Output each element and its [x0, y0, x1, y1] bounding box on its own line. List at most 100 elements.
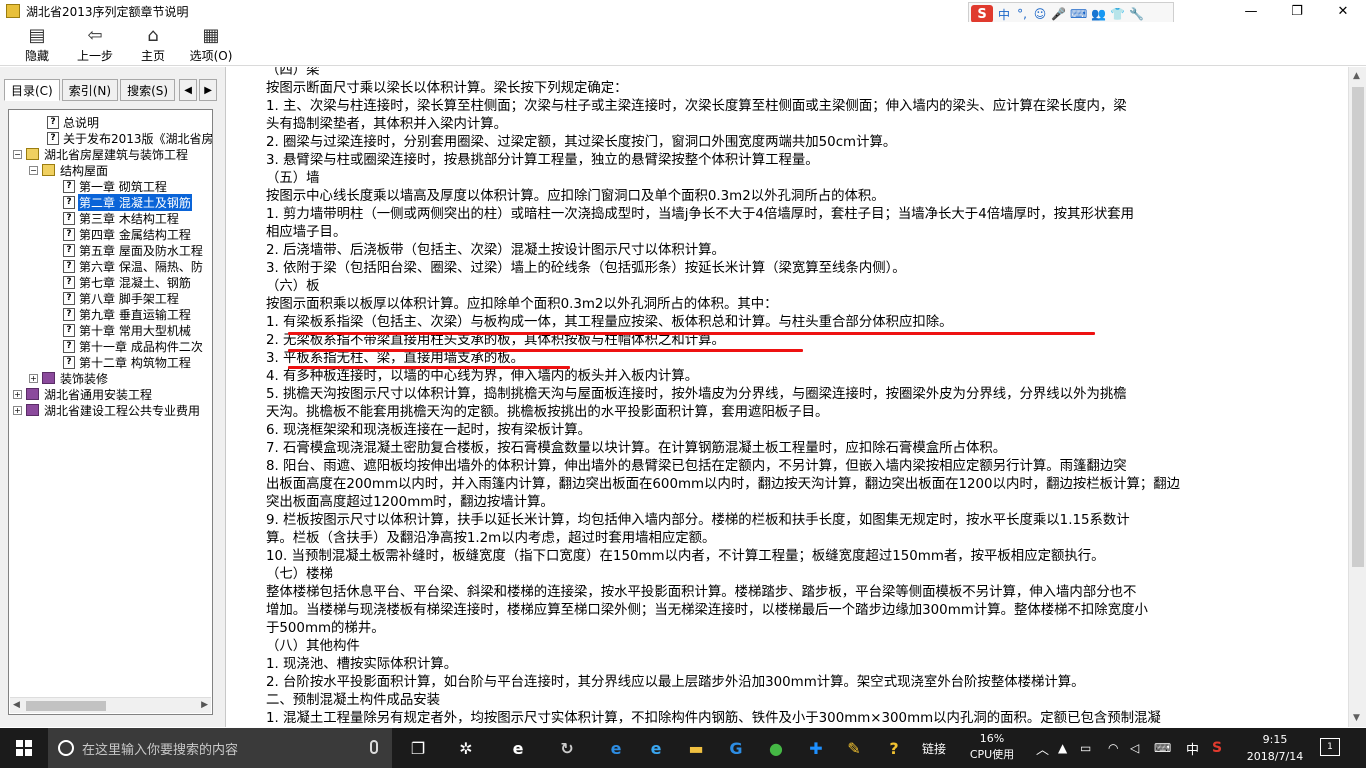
ie-icon[interactable]: e — [506, 736, 530, 760]
tree-item[interactable]: ? 第八章 脚手架工程 — [63, 290, 180, 306]
taskbar-search-box[interactable]: 在这里输入你要搜索的内容 — [48, 728, 392, 768]
back-button[interactable]: ⇦ 上一步 — [66, 22, 124, 66]
red-underline-annotation — [288, 349, 803, 352]
minimize-button[interactable]: — — [1228, 0, 1274, 22]
expand-icon[interactable]: + — [13, 389, 22, 399]
ime-language-toggle[interactable]: 中 — [997, 6, 1011, 23]
cpu-usage-widget[interactable]: 16% CPU使用 — [964, 731, 1020, 763]
task-view-icon[interactable]: ❐ — [406, 736, 430, 760]
help-page-icon: ? — [47, 115, 59, 129]
tree-item[interactable]: ? 第五章 屋面及防水工程 — [63, 242, 204, 258]
tree-scroll-thumb[interactable] — [26, 701, 106, 711]
ime-skin-icon[interactable]: 👕 — [1110, 7, 1125, 21]
tree-item[interactable]: + 湖北省通用安装工程 — [13, 386, 153, 402]
tree-item[interactable]: ? 第十一章 成品构件二次 — [63, 338, 204, 354]
home-button[interactable]: ⌂ 主页 — [124, 22, 182, 66]
tab-scroll-left-icon[interactable]: ◀ — [179, 79, 198, 101]
tree-item-label: 第十章 常用大型机械 — [79, 323, 191, 338]
content-line: 出板面高度在200mm以内时，并入雨篷内计算，翻边突出板面在600mm以内时，翻… — [266, 477, 1181, 492]
sogou-logo-icon[interactable]: S — [971, 5, 993, 23]
tree-item[interactable]: ? 关于发布2013版《湖北省房屋 — [47, 130, 212, 146]
clock-time: 9:15 — [1262, 733, 1288, 746]
tree-item[interactable]: ? 第一章 砌筑工程 — [63, 178, 168, 194]
tree-item[interactable]: + 装饰装修 — [29, 370, 109, 386]
book-icon — [26, 388, 39, 400]
hide-button[interactable]: ▤ 隐藏 — [8, 22, 66, 66]
ime-keyboard-icon[interactable]: ⌨ — [1070, 7, 1087, 21]
tab-search[interactable]: 搜索(S) — [120, 79, 176, 101]
content-line: （八）其他构件 — [266, 639, 360, 654]
input-language-indicator[interactable]: 中 — [1186, 728, 1199, 768]
expand-icon[interactable]: + — [29, 373, 38, 383]
g-app-icon[interactable]: G — [724, 736, 748, 760]
wifi-icon[interactable]: ◠ — [1108, 728, 1118, 768]
tree-item[interactable]: + 湖北省建设工程公共专业费用 — [13, 402, 201, 418]
red-underline-annotation — [288, 366, 570, 369]
plus-app-icon[interactable]: ✚ — [804, 736, 828, 760]
swirl-app-icon[interactable]: ↻ — [555, 736, 579, 760]
ime-user-icon[interactable]: 👥 — [1091, 7, 1106, 21]
notification-bell-icon[interactable]: ▲ — [1058, 728, 1067, 768]
tree-item[interactable]: ? 第七章 混凝土、钢筋 — [63, 274, 192, 290]
green-browser-icon[interactable]: ● — [764, 736, 788, 760]
scroll-left-arrow-icon[interactable]: ◀ — [13, 700, 20, 710]
tree-item[interactable]: ? 第四章 金属结构工程 — [63, 226, 192, 242]
contents-tree: ◀ ▶ ? 总说明? 关于发布2013版《湖北省房屋 − 湖北省房屋建筑与装饰工程 − 结构… — [8, 109, 213, 715]
scroll-down-arrow-icon[interactable]: ▼ — [1353, 713, 1360, 723]
tree-horizontal-scrollbar[interactable]: ◀ ▶ — [10, 697, 211, 713]
action-center-icon[interactable]: 1 — [1320, 738, 1340, 756]
collapse-icon[interactable]: − — [29, 165, 38, 175]
content-line: 3. 悬臂梁与柱或圈梁连接时，按悬挑部分计算工程量，独立的悬臂梁按整个体积计算工… — [266, 153, 819, 168]
content-vertical-scrollbar[interactable]: ▲ ▼ — [1348, 67, 1366, 727]
help-app-icon[interactable]: ? — [882, 736, 906, 760]
system-clock[interactable]: 9:15 2018/7/14 — [1246, 731, 1304, 765]
notes-app-icon[interactable]: ✎ — [842, 736, 866, 760]
volume-icon[interactable]: ◁ — [1130, 728, 1139, 768]
tab-index[interactable]: 索引(N) — [61, 79, 119, 101]
folder-icon[interactable]: ▬ — [684, 736, 708, 760]
content-line: （六）板 — [266, 279, 320, 294]
tree-item[interactable]: ? 第三章 木结构工程 — [63, 210, 180, 226]
tab-scroll-right-icon[interactable]: ▶ — [199, 79, 218, 101]
sogou-tray-icon[interactable]: S — [1212, 728, 1222, 768]
scroll-right-arrow-icon[interactable]: ▶ — [201, 700, 208, 710]
tree-item[interactable]: ? 第二章 混凝土及钢筋 — [63, 193, 192, 211]
content-line: 5. 挑檐天沟按图示尺寸以体积计算，捣制挑檐天沟与屋面板连接时，按外墙皮为分界线… — [266, 387, 1127, 402]
battery-icon[interactable]: ▭ — [1080, 728, 1091, 768]
content-scroll-thumb[interactable] — [1352, 87, 1364, 567]
fan-app-icon[interactable]: ✲ — [454, 736, 478, 760]
maximize-button[interactable]: ❐ — [1274, 0, 1320, 22]
tree-item-label: 结构屋面 — [60, 163, 109, 178]
tree-item[interactable]: ? 第十章 常用大型机械 — [63, 322, 192, 338]
tab-contents[interactable]: 目录(C) — [4, 79, 60, 101]
close-button[interactable]: ✕ — [1320, 0, 1366, 22]
tree-item[interactable]: ? 第九章 垂直运输工程 — [63, 306, 192, 322]
collapse-icon[interactable]: − — [13, 149, 22, 159]
expand-icon[interactable]: + — [13, 405, 22, 415]
ime-voice-icon[interactable]: 🎤 — [1051, 7, 1066, 21]
cortana-icon — [58, 740, 74, 756]
tree-item[interactable]: ? 第十二章 构筑物工程 — [63, 354, 192, 370]
start-button[interactable] — [0, 728, 48, 768]
ie-blue-icon[interactable]: e — [644, 736, 668, 760]
ime-emoji-icon[interactable]: ☺ — [1033, 7, 1047, 21]
tree-item-label: 第十二章 构筑物工程 — [79, 355, 191, 370]
scroll-up-arrow-icon[interactable]: ▲ — [1353, 71, 1360, 81]
options-button-label: 选项(O) — [189, 49, 233, 63]
tree-item[interactable]: ? 第六章 保温、隔热、防 — [63, 258, 204, 274]
tree-item[interactable]: − 结构屋面 — [29, 162, 109, 178]
ime-punctuation-icon[interactable]: °, — [1015, 7, 1029, 21]
tree-item[interactable]: ? 总说明 — [47, 114, 100, 130]
window-controls: — ❐ ✕ — [1228, 0, 1366, 22]
show-hidden-icons-icon[interactable]: ︿ — [1036, 728, 1049, 768]
microphone-icon[interactable] — [370, 740, 378, 754]
edge-icon[interactable]: e — [604, 736, 628, 760]
tree-item-label: 第九章 垂直运输工程 — [79, 307, 191, 322]
tree-item-label: 第三章 木结构工程 — [79, 211, 179, 226]
links-toolbar[interactable]: 链接 — [922, 728, 946, 768]
tree-item[interactable]: − 湖北省房屋建筑与装饰工程 — [13, 146, 189, 162]
options-button[interactable]: ▦ 选项(O) — [182, 22, 240, 66]
ime-settings-icon[interactable]: 🔧 — [1129, 7, 1144, 21]
tree-item-label: 湖北省建设工程公共专业费用 — [44, 403, 201, 418]
touch-keyboard-icon[interactable]: ⌨ — [1154, 728, 1171, 768]
